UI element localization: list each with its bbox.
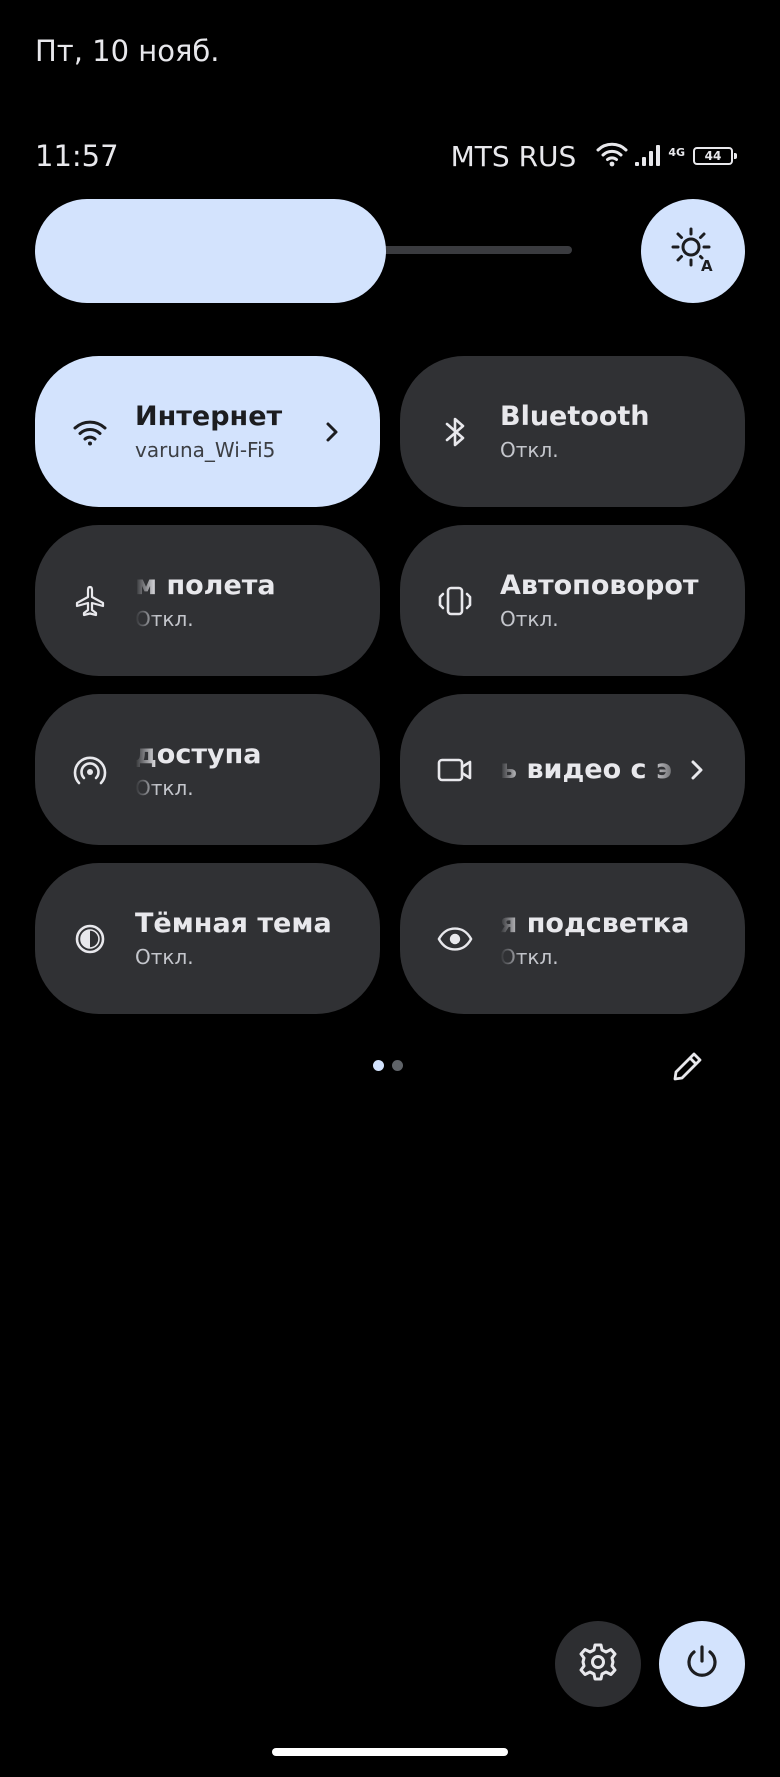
tile-subtitle: Откл.	[135, 775, 194, 800]
tile-bluetooth-text: Bluetooth Откл.	[500, 400, 745, 464]
auto-brightness-button[interactable]: A	[641, 199, 745, 303]
tile-screen-record[interactable]: ь видео с э	[400, 694, 745, 845]
screen-record-icon	[437, 752, 473, 788]
tile-title: доступа	[135, 738, 262, 770]
signal-icon	[634, 142, 664, 170]
power-button[interactable]	[659, 1621, 745, 1707]
tile-auto-rotate[interactable]: Автоповорот Откл.	[400, 525, 745, 676]
tile-dark-theme[interactable]: Тёмная тема Откл.	[35, 863, 380, 1014]
tile-title: Тёмная тема	[135, 907, 332, 939]
tile-title: ь видео с э	[500, 753, 672, 785]
tile-airplane-text: м полета Откл.	[135, 569, 380, 633]
page-dot-2[interactable]	[392, 1060, 403, 1071]
dark-theme-icon	[72, 921, 108, 957]
gear-icon	[578, 1642, 618, 1686]
quick-settings-grid: Интернет varuna_Wi-Fi5 Bluetooth Откл. м…	[35, 356, 745, 1014]
tile-dark-theme-text: Тёмная тема Откл.	[135, 907, 380, 971]
svg-text:A: A	[701, 257, 713, 273]
tile-title: я подсветка	[500, 907, 690, 939]
page-indicator	[373, 1060, 403, 1071]
page-dot-1[interactable]	[373, 1060, 384, 1071]
edit-tiles-button[interactable]	[668, 1048, 708, 1088]
battery-icon: 44	[693, 147, 737, 165]
wifi-icon	[72, 414, 108, 450]
tile-auto-rotate-text: Автоповорот Откл.	[500, 569, 745, 633]
wifi-icon	[596, 141, 628, 171]
tile-subtitle: Откл.	[500, 437, 559, 462]
battery-level: 44	[704, 149, 722, 163]
power-icon	[683, 1643, 721, 1685]
network-type-label: 4G	[668, 145, 685, 159]
tile-subtitle: Откл.	[135, 944, 194, 969]
tile-hotspot-text: доступа Откл.	[135, 738, 380, 802]
status-icons: MTS RUS 4G 44	[450, 139, 737, 173]
clock: 11:57	[35, 139, 119, 173]
tile-subtitle: Откл.	[135, 606, 194, 631]
airplane-icon	[72, 583, 108, 619]
carrier-name: MTS RUS	[450, 139, 577, 173]
pencil-icon	[670, 1048, 706, 1088]
bluetooth-icon	[437, 414, 473, 450]
chevron-right-icon[interactable]	[320, 420, 344, 444]
auto-brightness-icon: A	[669, 225, 717, 277]
tile-eye-comfort[interactable]: я подсветка Откл.	[400, 863, 745, 1014]
tile-title: м полета	[135, 569, 276, 601]
tile-subtitle: Откл.	[500, 944, 559, 969]
brightness-slider-handle[interactable]	[35, 199, 386, 303]
tile-screen-record-text: ь видео с э	[500, 753, 685, 787]
home-indicator[interactable]	[272, 1748, 508, 1756]
tile-title: Интернет	[135, 400, 283, 432]
tile-hotspot[interactable]: доступа Откл.	[35, 694, 380, 845]
tile-bluetooth[interactable]: Bluetooth Откл.	[400, 356, 745, 507]
tile-internet[interactable]: Интернет varuna_Wi-Fi5	[35, 356, 380, 507]
eye-comfort-icon	[437, 921, 473, 957]
date-label: Пт, 10 нояб.	[35, 34, 220, 68]
tile-eye-comfort-text: я подсветка Откл.	[500, 907, 745, 971]
tile-title: Bluetooth	[500, 400, 650, 432]
settings-button[interactable]	[555, 1621, 641, 1707]
hotspot-icon	[72, 752, 108, 788]
tile-internet-text: Интернет varuna_Wi-Fi5	[135, 400, 320, 464]
tile-title: Автоповорот	[500, 569, 699, 601]
chevron-right-icon[interactable]	[685, 758, 709, 782]
tile-airplane-mode[interactable]: м полета Откл.	[35, 525, 380, 676]
tile-subtitle: Откл.	[500, 606, 559, 631]
auto-rotate-icon	[437, 583, 473, 619]
tile-subtitle: varuna_Wi-Fi5	[135, 437, 276, 462]
status-bar: 11:57 MTS RUS 4G 44	[35, 136, 737, 176]
